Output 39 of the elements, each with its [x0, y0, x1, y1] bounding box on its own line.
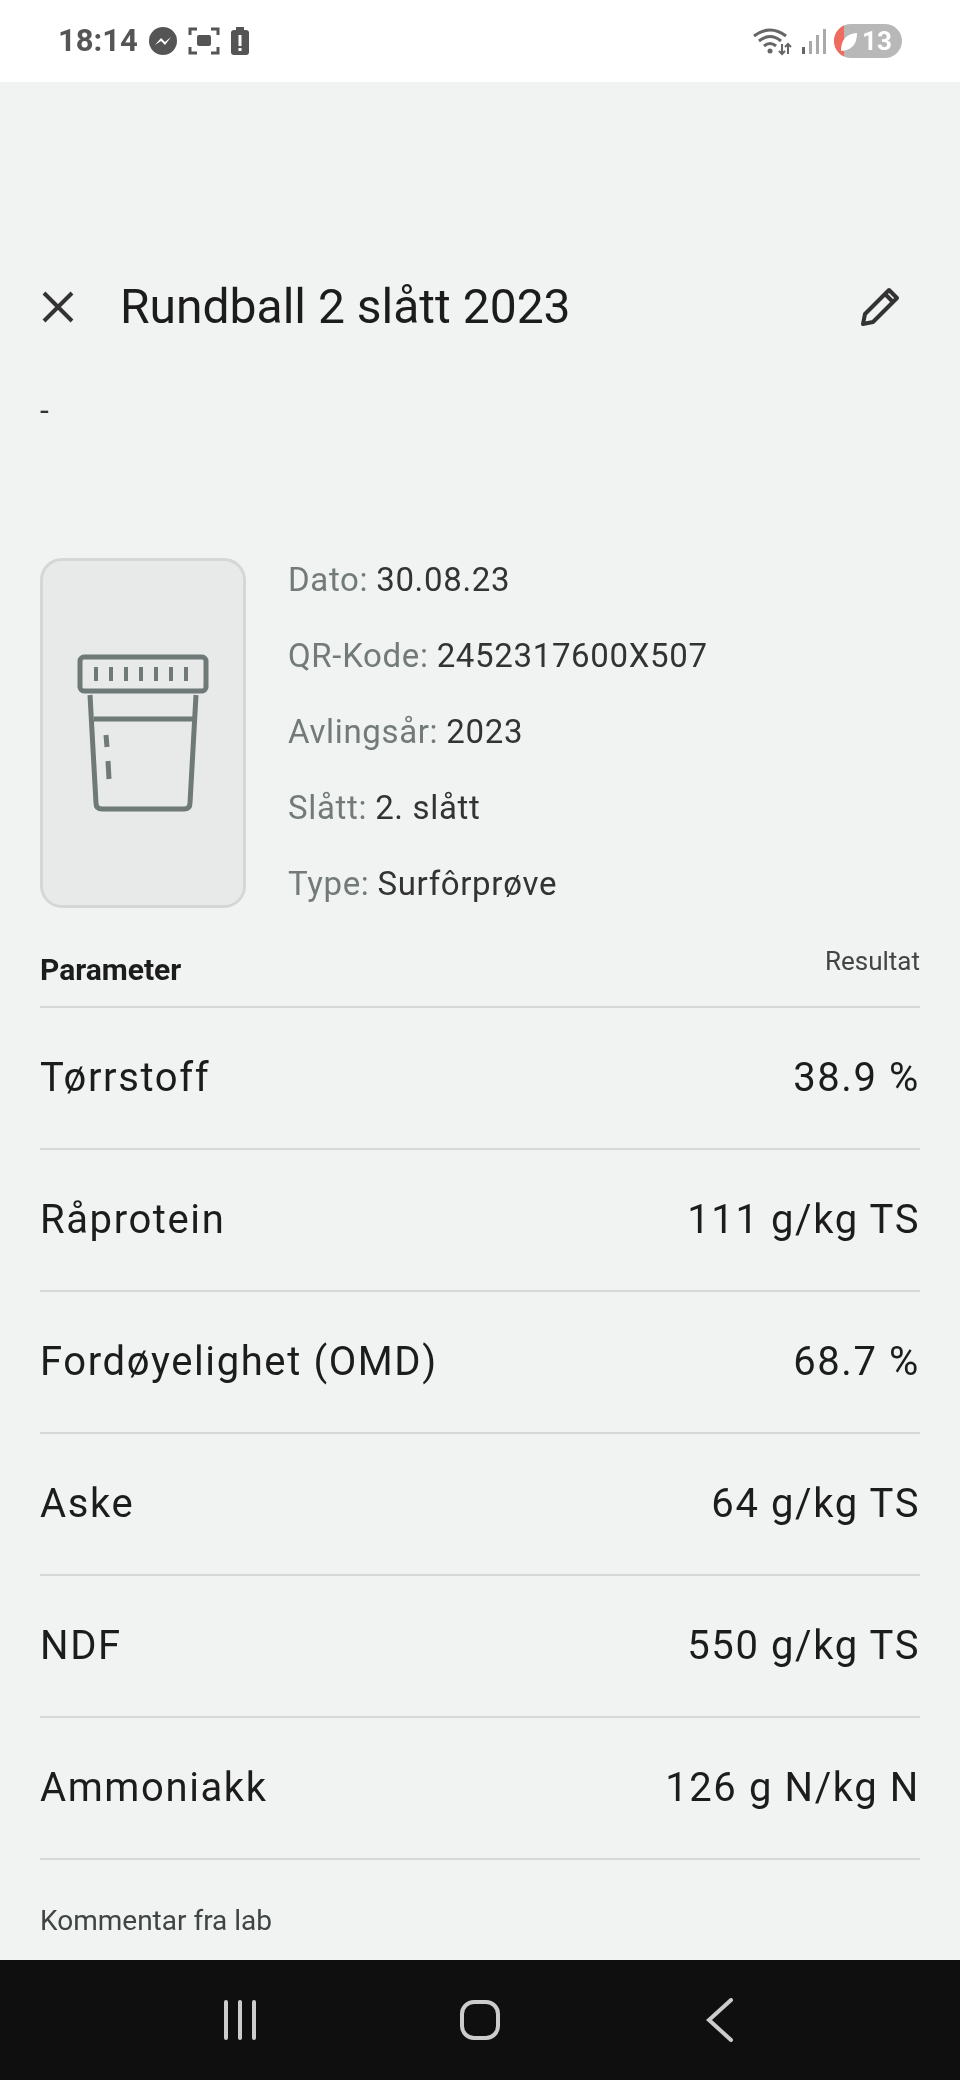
column-header: Parameter: [40, 950, 182, 989]
parameter-result: 68.7 %: [793, 1337, 920, 1387]
parameter-name: Aske: [40, 1479, 135, 1529]
parameter-result: 126 g N/kg N: [665, 1763, 920, 1813]
parameter-result: 111 g/kg TS: [687, 1195, 920, 1245]
field-value: 30.08.23: [376, 560, 511, 600]
home-icon: [459, 1999, 501, 2041]
subtitle: -: [40, 391, 49, 429]
parameter-name: Tørrstoff: [40, 1053, 211, 1103]
wifi-icon: [752, 26, 792, 56]
messenger-icon: [147, 26, 178, 56]
clock: 18:14: [58, 20, 138, 61]
parameter-result: 38.9 %: [793, 1053, 920, 1103]
field-label: Avlingsår:: [288, 712, 439, 752]
field-label: Slått:: [288, 788, 368, 828]
field-label: QR-Kode:: [288, 636, 429, 676]
field-value: 2023: [446, 712, 524, 752]
screenshot-icon: [187, 26, 220, 56]
close-icon: [40, 289, 76, 325]
column-header: Resultat: [824, 944, 920, 978]
field-label: Dato:: [288, 560, 369, 600]
field-value: 2. slått: [375, 788, 481, 828]
parameter-name: Fordøyelighet (OMD): [40, 1337, 438, 1387]
signal-icon: [800, 27, 826, 55]
parameter-name: Ammoniakk: [40, 1763, 268, 1813]
battery-level: 13: [862, 28, 892, 54]
field-value: Surfôrprøve: [377, 864, 558, 904]
parameter-name: Råprotein: [40, 1195, 226, 1245]
field-label: Type:: [288, 864, 370, 904]
parameter-result: 64 g/kg TS: [711, 1479, 920, 1529]
section-heading: Kommentar fra lab: [40, 1904, 273, 1937]
field-value: 2452317600X507: [436, 636, 708, 676]
page-title: Rundball 2 slått 2023: [120, 277, 572, 337]
back-icon: [705, 1998, 735, 2042]
battery-saver-icon: [834, 24, 860, 58]
parameter-result: 550 g/kg TS: [687, 1621, 920, 1671]
sample-cup-icon: [76, 653, 210, 813]
battery-alert-icon: [229, 26, 250, 56]
parameter-name: NDF: [40, 1621, 122, 1671]
